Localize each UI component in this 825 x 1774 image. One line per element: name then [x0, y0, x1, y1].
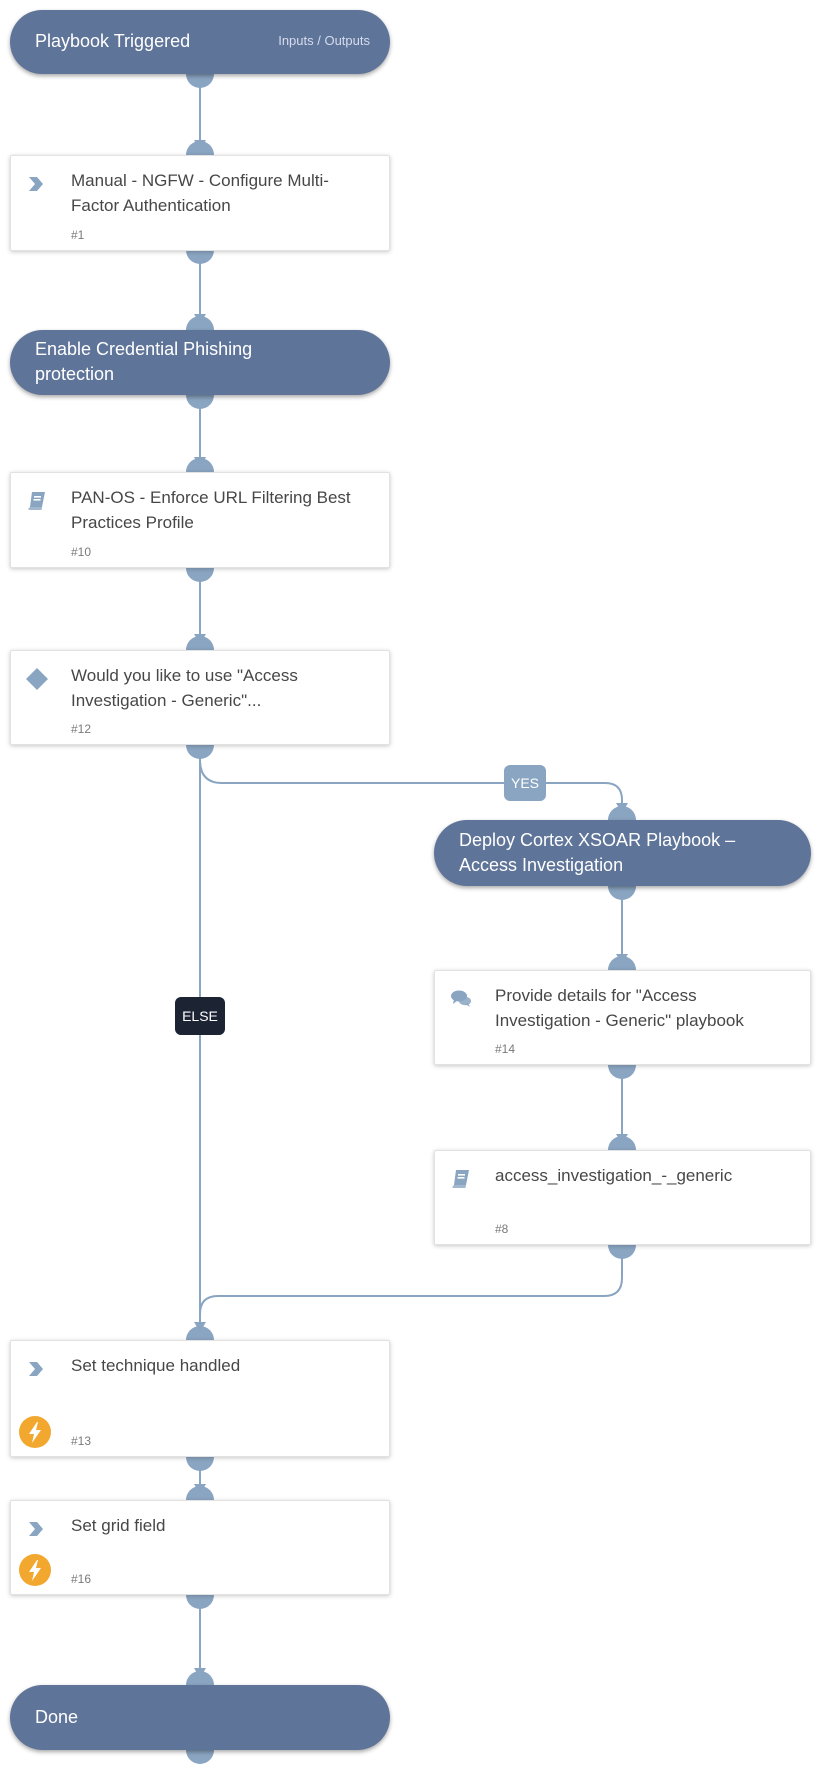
trigger-title: Playbook Triggered	[35, 31, 191, 51]
task-node-14[interactable]: Provide details for "Access Investigatio…	[434, 970, 811, 1065]
task-node-16[interactable]: Set grid field #16	[10, 1500, 390, 1595]
inputs-outputs-link[interactable]: Inputs / Outputs	[278, 33, 370, 48]
diamond-icon	[26, 668, 48, 690]
task-id: #8	[495, 1222, 509, 1236]
task-name: Provide details for "Access Investigatio…	[495, 986, 744, 1030]
book-icon	[452, 1170, 469, 1188]
chevron-right-icon	[29, 1522, 43, 1536]
chevron-right-icon	[29, 1362, 43, 1376]
section-node-credential-phishing[interactable]: Enable Credential Phishing protection	[10, 330, 390, 395]
task-node-13[interactable]: Set technique handled #13	[10, 1340, 390, 1457]
task-id: #10	[71, 545, 92, 559]
task-name: Set grid field	[71, 1516, 166, 1535]
task-id: #16	[71, 1572, 92, 1586]
chevron-right-icon	[29, 177, 43, 191]
task-name: Set technique handled	[71, 1356, 241, 1375]
lightning-icon	[19, 1416, 51, 1448]
task-id: #12	[71, 722, 92, 736]
task-id: #13	[71, 1434, 92, 1448]
chat-icon	[451, 990, 471, 1007]
done-node[interactable]: Done	[10, 1685, 390, 1750]
section-node-deploy-access-investigation[interactable]: Deploy Cortex XSOAR Playbook – Access In…	[434, 820, 811, 886]
playbook-triggered-node[interactable]: Playbook Triggered Inputs / Outputs	[10, 10, 390, 74]
task-node-10[interactable]: PAN-OS - Enforce URL Filtering Best Prac…	[10, 472, 390, 568]
task-id: #14	[495, 1042, 516, 1056]
task-name: Would you like to use "Access Investigat…	[71, 666, 298, 710]
task-name: Manual - NGFW - Configure Multi-Factor A…	[71, 171, 329, 215]
edge-8-to-13	[199, 1246, 623, 1332]
lightning-icon	[19, 1554, 51, 1586]
branch-label-yes[interactable]: YES	[504, 765, 546, 801]
done-title: Done	[35, 1707, 79, 1727]
condition-node-12[interactable]: Would you like to use "Access Investigat…	[10, 650, 390, 745]
book-icon	[28, 492, 45, 510]
section-title: Enable Credential Phishing protection	[35, 339, 253, 384]
task-name: access_investigation_-_generic	[495, 1166, 733, 1185]
branch-label-else[interactable]: ELSE	[175, 997, 225, 1035]
edge-12-yes-to-section2	[199, 759, 623, 812]
task-id: #1	[71, 228, 85, 242]
task-node-8[interactable]: access_investigation_-_generic #8	[434, 1150, 811, 1245]
section-title: Deploy Cortex XSOAR Playbook – Access In…	[459, 830, 736, 875]
task-node-1[interactable]: Manual - NGFW - Configure Multi-Factor A…	[10, 155, 390, 251]
task-name: PAN-OS - Enforce URL Filtering Best Prac…	[71, 488, 351, 532]
